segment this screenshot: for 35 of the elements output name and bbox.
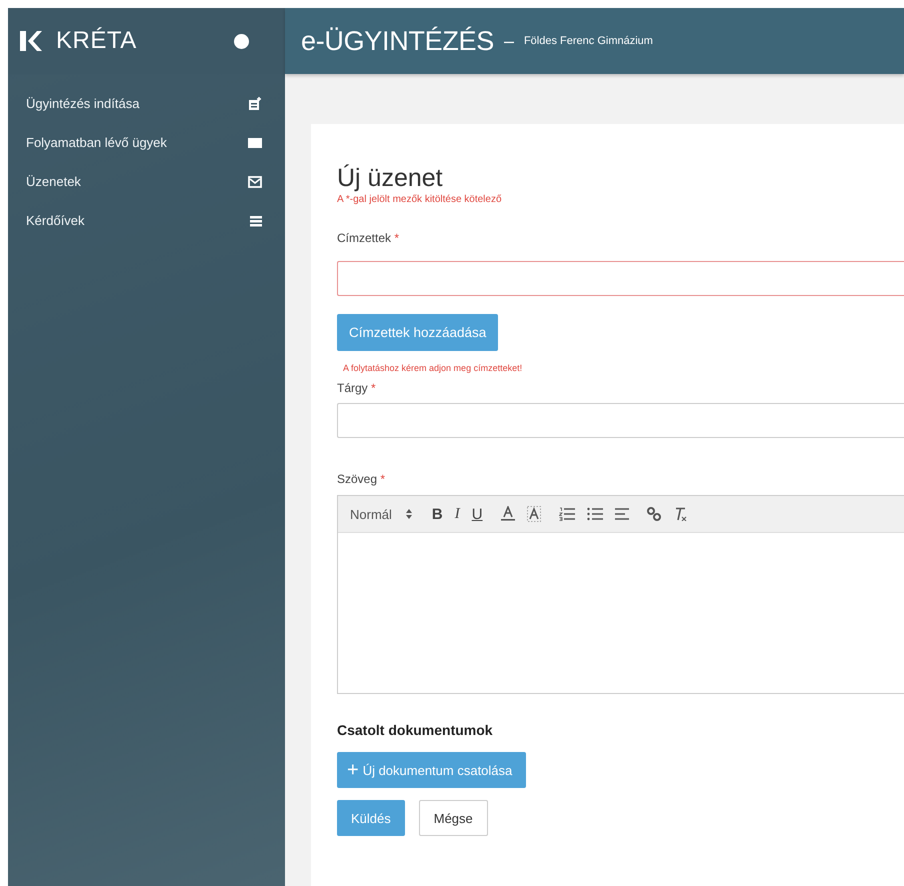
- attachments-heading: Csatolt dokumentumok: [337, 722, 493, 738]
- school-name: Földes Ferenc Gimnázium: [524, 35, 653, 47]
- input-field[interactable]: [337, 403, 904, 438]
- error-message: A folytatáshoz kérem adjon meg címzetteket!: [342, 363, 522, 373]
- cancel-button[interactable]: Mégse: [418, 800, 488, 836]
- brand-name: KRÉTA: [56, 27, 138, 55]
- bullet-list-icon[interactable]: [586, 507, 603, 521]
- form-title: Új üzenet: [337, 164, 443, 193]
- sidebar-item[interactable]: Üzenetek: [26, 174, 81, 189]
- field-label: Szöveg *: [337, 472, 386, 486]
- sidebar-item[interactable]: Kérdőívek: [26, 213, 85, 228]
- field-label: Címzettek *: [337, 231, 400, 245]
- folder-icon: [248, 136, 262, 148]
- format-button[interactable]: I: [454, 506, 460, 522]
- align-icon[interactable]: [614, 507, 629, 521]
- required-note: A *-gal jelölt mezők kitöltése kötelező: [337, 194, 502, 205]
- title-separator: –: [504, 30, 514, 52]
- link-icon[interactable]: [646, 507, 661, 521]
- numbered-list-icon[interactable]: [558, 507, 575, 521]
- logo-icon: [20, 30, 42, 52]
- sort-caret-icon: [406, 509, 412, 519]
- format-button[interactable]: U: [472, 506, 483, 522]
- field-label: Tárgy *: [337, 381, 376, 395]
- input-field[interactable]: [337, 261, 904, 296]
- envelope-icon: [248, 176, 262, 188]
- highlight-icon[interactable]: [526, 506, 541, 522]
- sidebar-item[interactable]: Ügyintézés indítása: [26, 96, 140, 111]
- app-title: e-ÜGYINTÉZÉS: [301, 26, 494, 56]
- text-color-icon[interactable]: [500, 506, 515, 522]
- format-button[interactable]: B: [432, 506, 443, 522]
- sidebar-item[interactable]: Folyamatban lévő ügyek: [26, 135, 167, 150]
- list-icon: [250, 214, 262, 226]
- file-plus-icon: [248, 96, 262, 110]
- format-dropdown[interactable]: Normál: [350, 506, 412, 522]
- status-dot: [234, 34, 249, 48]
